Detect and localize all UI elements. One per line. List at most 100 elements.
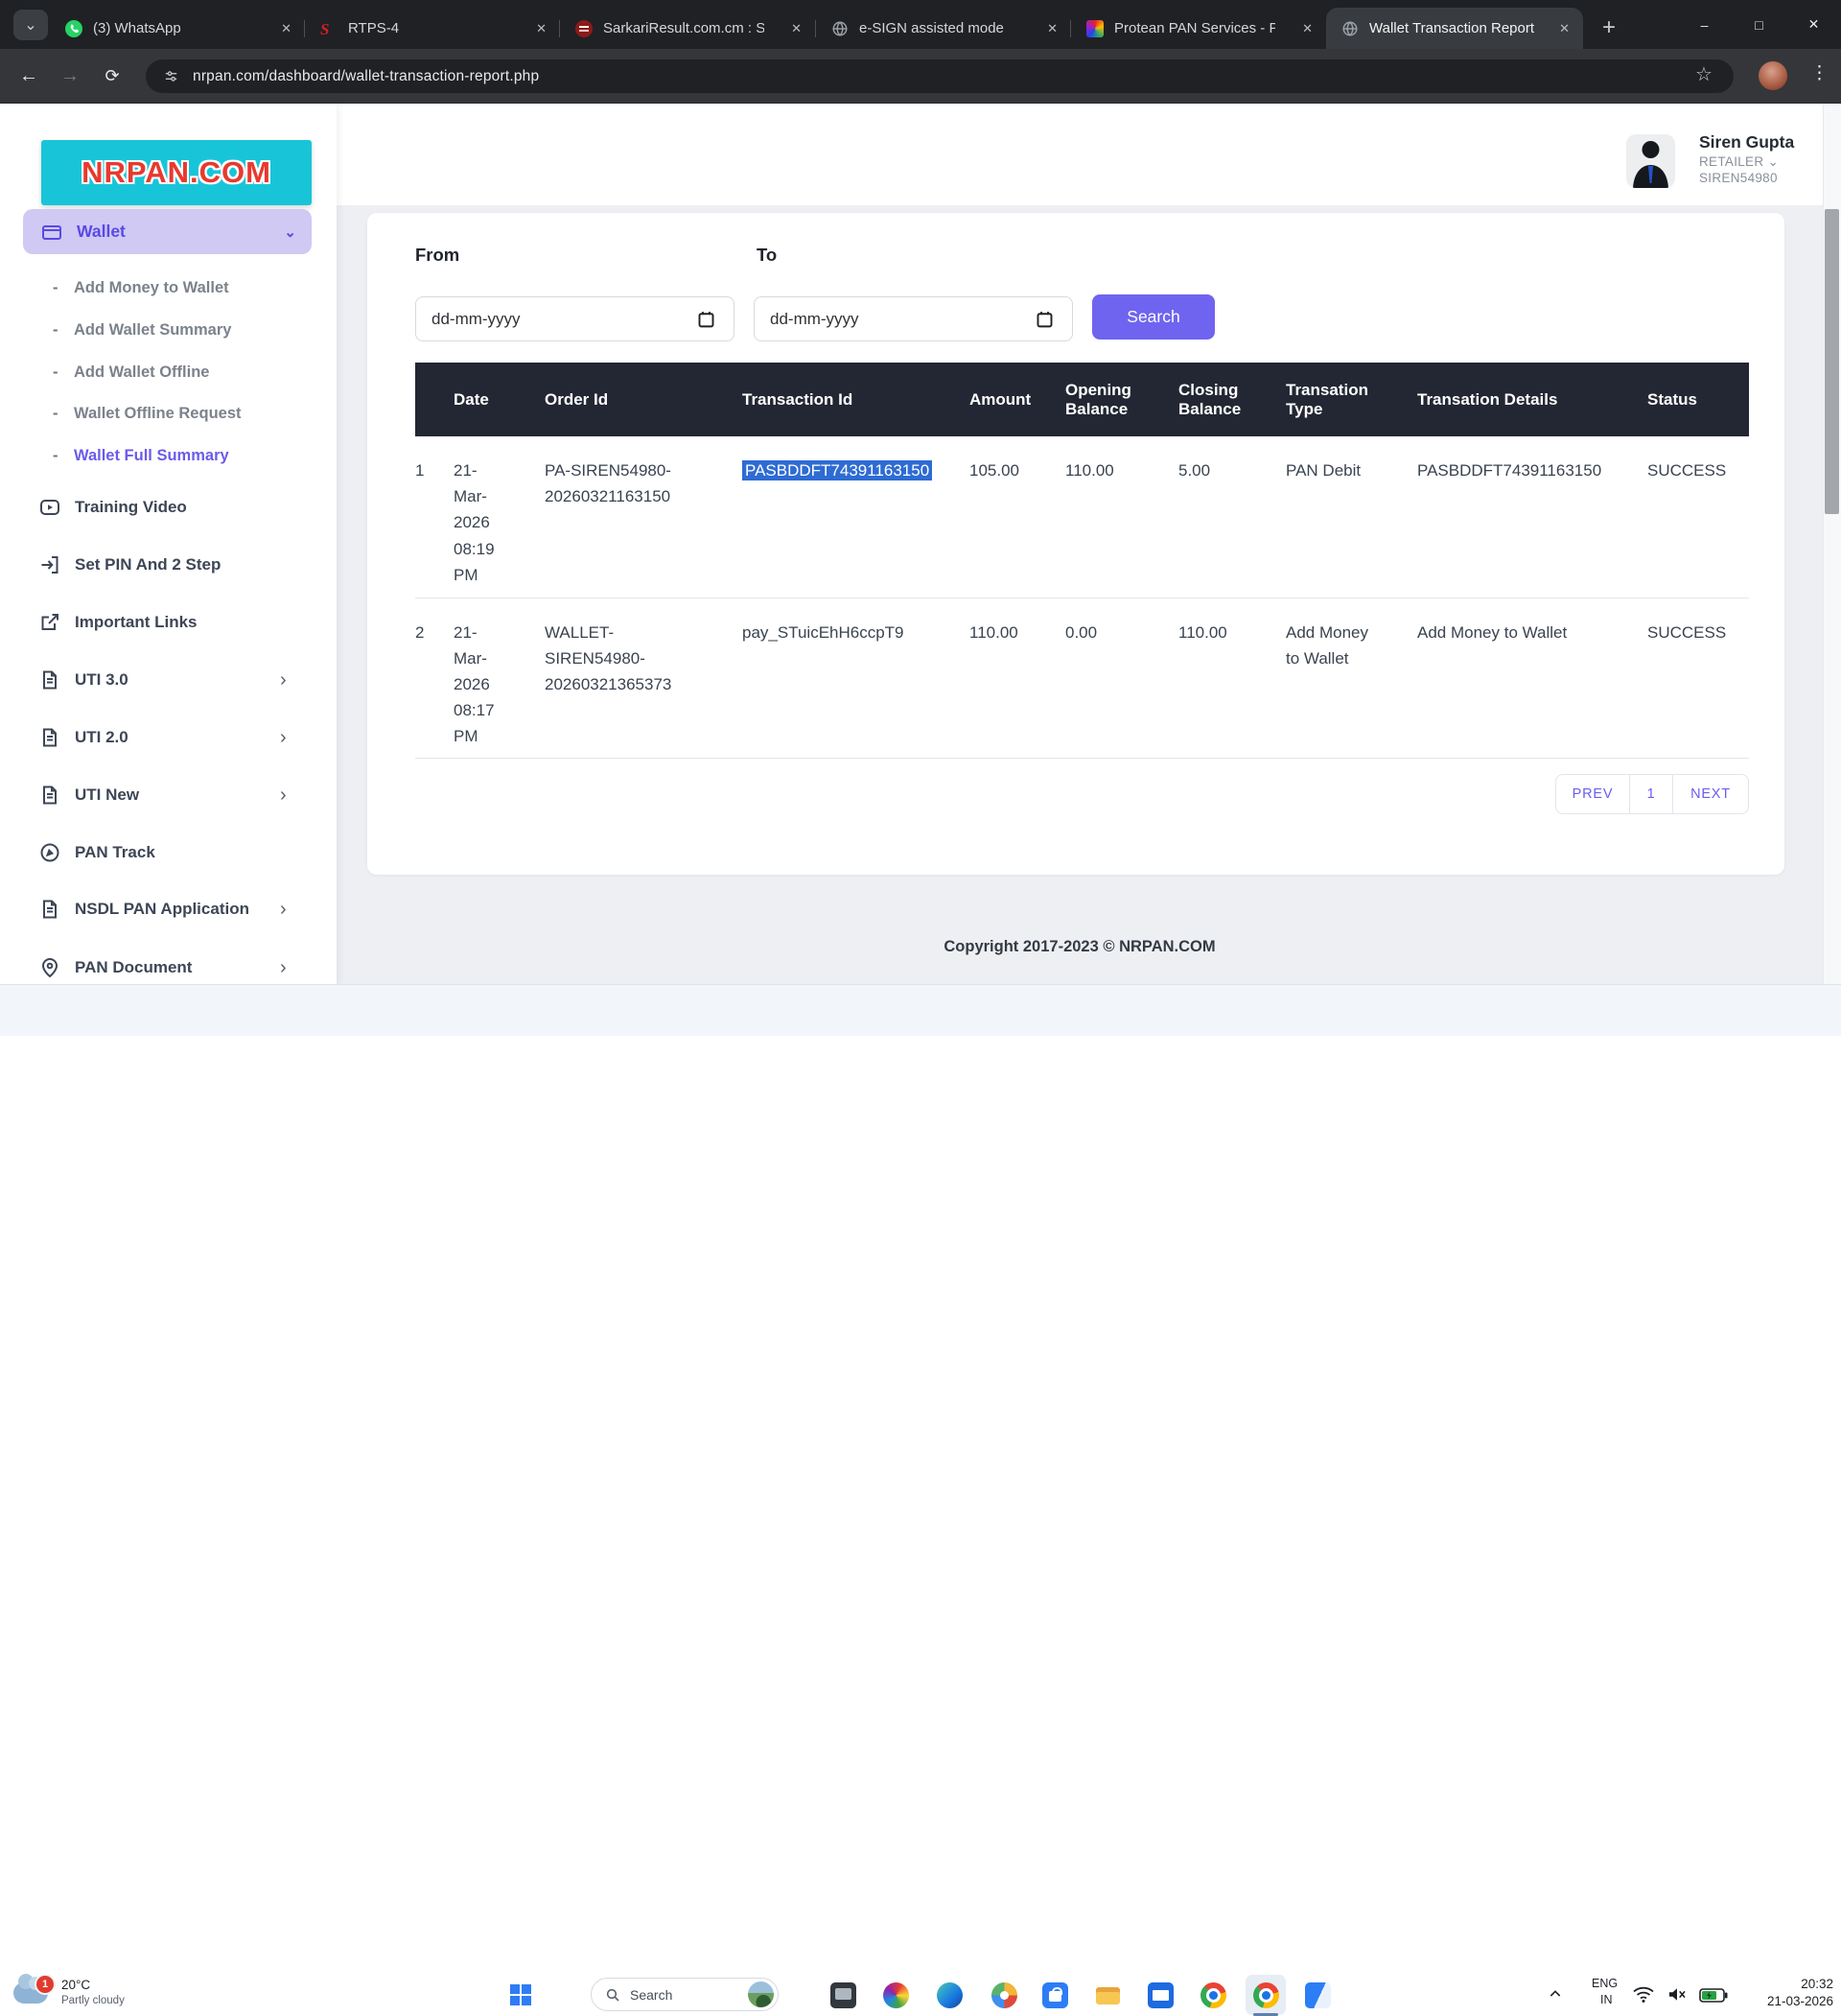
- tab-rtps[interactable]: S RTPS-4 ✕: [305, 8, 560, 49]
- new-tab-button[interactable]: +: [1592, 11, 1626, 45]
- whatsapp-icon: [65, 20, 82, 37]
- taskbar-app-colorful-sphere[interactable]: [875, 1975, 916, 2015]
- browser-menu-icon[interactable]: ⋮: [1810, 62, 1829, 84]
- login-arrow-icon: [38, 553, 61, 576]
- chevron-down-icon: ⌄: [24, 15, 36, 35]
- tray-language-bottom[interactable]: IN: [1600, 1993, 1613, 2006]
- sidebar-item-uti-20[interactable]: UTI 2.0 ›: [0, 721, 337, 754]
- prev-page-button[interactable]: PREV: [1555, 774, 1630, 814]
- window-close-button[interactable]: ✕: [1786, 0, 1841, 49]
- search-daily-image[interactable]: [748, 1981, 774, 2007]
- next-page-button[interactable]: NEXT: [1672, 774, 1749, 814]
- close-icon[interactable]: ✕: [1302, 21, 1313, 36]
- taskbar-app-edge[interactable]: [929, 1975, 969, 2015]
- sidebar-item-pan-document[interactable]: PAN Document ›: [0, 951, 337, 984]
- sidebar-item-add-wallet-offline[interactable]: - Add Wallet Offline: [0, 358, 337, 387]
- page-header: [337, 104, 1823, 205]
- sidebar-item-pan-track[interactable]: PAN Track: [0, 836, 337, 869]
- sidebar-item-important-links[interactable]: Important Links: [0, 606, 337, 639]
- scrollbar-thumb[interactable]: [1825, 209, 1839, 514]
- tab-wallet-transaction-report-active[interactable]: Wallet Transaction Report ✕: [1326, 8, 1583, 49]
- page-number-button[interactable]: 1: [1629, 774, 1673, 814]
- forward-button[interactable]: →: [51, 49, 89, 103]
- weather-temp[interactable]: 20°C: [61, 1978, 90, 1992]
- cell-closing-balance: 5.00: [1178, 436, 1286, 598]
- browser-profile-avatar[interactable]: [1759, 61, 1787, 90]
- bookmark-star-icon[interactable]: ☆: [1695, 62, 1713, 86]
- sidebar-item-wallet[interactable]: Wallet ⌄: [23, 209, 312, 254]
- cell-closing-balance: 110.00: [1178, 598, 1286, 758]
- sidebar-item-uti-new[interactable]: UTI New ›: [0, 779, 337, 811]
- site-settings-icon[interactable]: [163, 68, 179, 84]
- taskbar-app-mail[interactable]: [1140, 1975, 1180, 2015]
- tray-clock[interactable]: 20:32 21-03-2026: [1716, 1976, 1833, 2010]
- window-minimize-button[interactable]: –: [1677, 0, 1732, 49]
- back-button[interactable]: ←: [10, 49, 48, 103]
- tab-whatsapp[interactable]: (3) WhatsApp ✕: [50, 8, 305, 49]
- address-bar[interactable]: nrpan.com/dashboard/wallet-transaction-r…: [146, 59, 1734, 93]
- chevron-right-icon: ›: [280, 727, 287, 749]
- site-logo[interactable]: NRPAN.COM: [41, 140, 312, 205]
- tab-sarkariresult[interactable]: SarkariResult.com.cm : Sark ✕: [560, 8, 815, 49]
- dash-icon: -: [53, 321, 58, 340]
- sidebar-item-wallet-full-summary[interactable]: - Wallet Full Summary: [0, 441, 337, 470]
- external-link-icon: [38, 611, 61, 634]
- close-icon[interactable]: ✕: [791, 21, 802, 36]
- sidebar-item-add-money-to-wallet[interactable]: - Add Money to Wallet: [0, 273, 337, 302]
- sidebar-item-wallet-offline-request[interactable]: - Wallet Offline Request: [0, 399, 337, 428]
- col-status: Status: [1647, 363, 1749, 436]
- taskbar-app-chrome[interactable]: [1193, 1975, 1233, 2015]
- reload-button[interactable]: ⟳: [93, 49, 131, 103]
- window-maximize-button[interactable]: □: [1732, 0, 1786, 49]
- avatar[interactable]: [1626, 134, 1675, 188]
- weather-condition[interactable]: Partly cloudy: [61, 1995, 125, 2006]
- col-date: Date: [454, 363, 545, 436]
- sidebar-item-nsdl-pan-application[interactable]: NSDL PAN Application ›: [0, 893, 337, 926]
- user-name: Siren Gupta: [1699, 132, 1794, 152]
- table-row: 1 21-Mar-2026 08:19 PM PA-SIREN54980-202…: [415, 436, 1749, 598]
- dash-icon: -: [53, 447, 58, 465]
- close-icon[interactable]: ✕: [281, 21, 291, 36]
- report-card: From To Search Date Order Id Transaction…: [367, 213, 1784, 875]
- sidebar-item-uti-30[interactable]: UTI 3.0 ›: [0, 664, 337, 696]
- tab-search-button[interactable]: ⌄: [13, 10, 48, 40]
- tray-language-top[interactable]: ENG: [1592, 1977, 1618, 1990]
- tab-title: RTPS-4: [348, 20, 399, 36]
- row-number: 2: [415, 598, 454, 758]
- wifi-icon[interactable]: [1632, 1985, 1655, 2008]
- col-opening-balance: Opening Balance: [1065, 363, 1178, 436]
- close-icon[interactable]: ✕: [1559, 21, 1570, 36]
- taskbar-app-photos[interactable]: [984, 1975, 1024, 2015]
- chevron-right-icon: ›: [280, 957, 287, 979]
- from-date-input[interactable]: [415, 296, 734, 341]
- cell-transation-type: PAN Debit: [1286, 436, 1417, 598]
- sidebar-item-label: Wallet: [77, 222, 126, 242]
- tray-chevron-up-icon[interactable]: [1548, 1986, 1563, 2006]
- from-label: From: [415, 245, 459, 266]
- taskbar-app-store[interactable]: [1035, 1975, 1075, 2015]
- search-button[interactable]: Search: [1092, 294, 1215, 340]
- sidebar-item-set-pin[interactable]: Set PIN And 2 Step: [0, 549, 337, 581]
- to-date-input[interactable]: [754, 296, 1073, 341]
- cell-opening-balance: 0.00: [1065, 598, 1178, 758]
- tab-protean[interactable]: Protean PAN Services - PAN ✕: [1071, 8, 1326, 49]
- taskbar-app-bluewhite[interactable]: [1297, 1975, 1338, 2015]
- taskbar-app-chrome-active[interactable]: [1246, 1975, 1286, 2015]
- taskbar-app-file-explorer[interactable]: [1087, 1975, 1128, 2015]
- chevron-down-icon: ⌄: [284, 223, 296, 241]
- tab-esign[interactable]: e-SIGN assisted mode ✕: [816, 8, 1071, 49]
- cell-order-id: PA-SIREN54980-20260321163150: [545, 436, 742, 598]
- taskbar-search[interactable]: Search: [591, 1978, 779, 2011]
- close-icon[interactable]: ✕: [1047, 21, 1058, 36]
- start-button[interactable]: [510, 1984, 531, 2005]
- speaker-muted-icon[interactable]: [1666, 1986, 1688, 2007]
- selected-transaction-id[interactable]: PASBDDFT74391163150: [742, 460, 932, 481]
- document-icon: [38, 898, 61, 921]
- taskbar-app-monitor[interactable]: [823, 1975, 863, 2015]
- close-icon[interactable]: ✕: [536, 21, 547, 36]
- sidebar-item-add-wallet-summary[interactable]: - Add Wallet Summary: [0, 316, 337, 344]
- user-role-dropdown[interactable]: RETAILER ⌄: [1699, 154, 1779, 170]
- sidebar-item-training-video[interactable]: Training Video: [0, 491, 337, 524]
- tray-time: 20:32: [1716, 1976, 1833, 1993]
- dash-icon: -: [53, 363, 58, 382]
